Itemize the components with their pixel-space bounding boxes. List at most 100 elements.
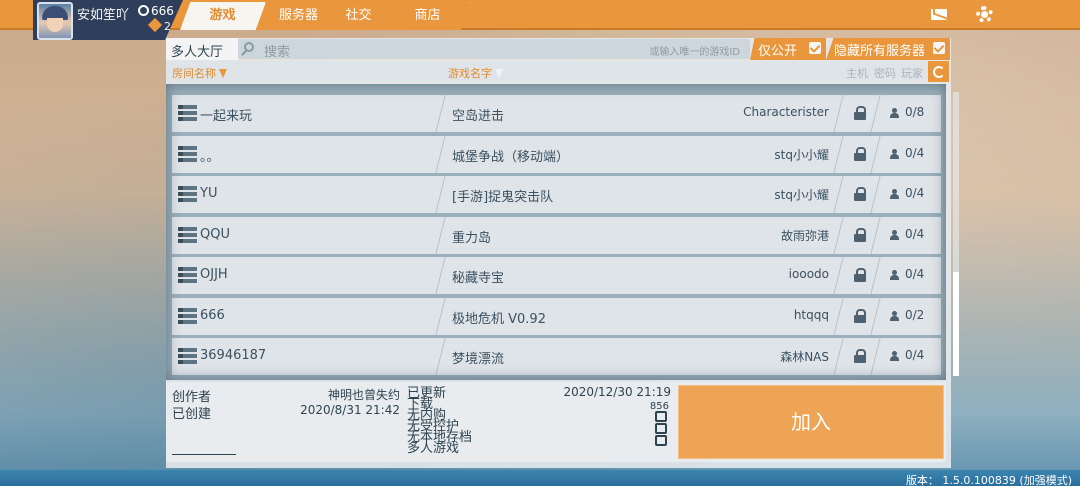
search-hint: 或输入唯一的游戏ID — [649, 47, 740, 58]
host-name: stq小小耀 — [774, 147, 829, 162]
unlock-icon — [854, 146, 866, 161]
game-name: 重力岛 — [452, 230, 492, 246]
room-name: YU — [200, 186, 218, 201]
no-purchase-icon — [655, 411, 667, 422]
divider — [172, 454, 236, 455]
public-only-toggle[interactable]: 仅公开 — [750, 38, 826, 60]
host-name: htqqq — [793, 307, 829, 322]
server-icon — [178, 267, 197, 284]
room-row[interactable]: QQU 重力岛 故雨弥港 0/4 — [172, 216, 941, 254]
game-name: 城堡争战（移动端） — [452, 149, 570, 165]
host-name: Characterister — [743, 105, 829, 119]
join-button[interactable]: 加入 — [678, 385, 944, 459]
room-name: 。。 — [200, 149, 220, 165]
game-name: 极地危机 V0.92 — [452, 311, 546, 327]
game-name: [手游]捉鬼突击队 — [452, 190, 554, 205]
server-icon — [178, 348, 197, 365]
column-players[interactable]: 玩家 — [901, 65, 923, 81]
room-name: 36946187 — [200, 348, 267, 363]
divider — [870, 338, 888, 375]
room-row[interactable]: 。。 城堡争战（移动端） stq小小耀 0/4 — [172, 135, 941, 173]
hide-all-servers-toggle[interactable]: 隐藏所有服务器 — [826, 38, 950, 60]
column-host[interactable]: 主机 — [846, 65, 868, 81]
sort-icon — [495, 69, 503, 78]
player-count: 0/2 — [905, 307, 925, 322]
protection-icon — [655, 423, 667, 434]
public-only-label: 仅公开 — [758, 44, 798, 59]
divider — [833, 135, 851, 173]
host-name: stq小小耀 — [774, 188, 829, 202]
divider — [833, 216, 851, 254]
room-row[interactable]: 666 极地危机 V0.92 htqqq 0/2 — [172, 297, 941, 335]
person-icon — [890, 351, 899, 361]
lobby-title: 多人大厅 — [166, 38, 238, 60]
divider — [870, 95, 888, 132]
refresh-button[interactable] — [928, 61, 949, 82]
column-room[interactable]: 房间名称 — [172, 65, 227, 81]
mail-icon — [931, 9, 947, 20]
divider — [870, 176, 888, 213]
column-game[interactable]: 游戏名字 — [448, 65, 503, 81]
divider — [870, 216, 888, 254]
room-row[interactable]: OJJH 秘藏寺宝 iooodo 0/4 — [172, 257, 941, 294]
updated-date: 2020/12/30 21:19 — [563, 385, 671, 399]
search-icon — [244, 42, 254, 52]
room-row[interactable]: 一起来玩 空岛进击 Characterister 0/8 — [172, 95, 941, 132]
server-icon — [178, 145, 197, 163]
checkmark-icon — [809, 42, 821, 54]
room-name: OJJH — [200, 267, 228, 282]
feature-icons — [655, 411, 669, 447]
divider — [833, 257, 851, 294]
checkmark-icon — [933, 42, 945, 54]
divider — [833, 95, 851, 132]
coin-icon — [138, 5, 149, 16]
player-count: 0/4 — [905, 348, 925, 362]
person-icon — [890, 229, 899, 240]
room-list[interactable]: 一起来玩 空岛进击 Characterister 0/8 。。 城堡争战（移动端） stq小… — [166, 84, 946, 380]
unlock-icon — [854, 227, 866, 242]
gear-icon — [976, 6, 993, 23]
sort-icon — [219, 69, 227, 78]
room-row[interactable]: 36946187 梦境漂流 森林NAS 0/4 — [172, 338, 941, 375]
player-name: 安如笙吖 — [77, 8, 130, 23]
column-password[interactable]: 密码 — [874, 65, 896, 81]
creator-info: 创作者 神明也曾失约 已创建 2020/8/31 21:42 — [170, 384, 402, 460]
player-count: 0/4 — [905, 226, 925, 241]
player-count: 0/4 — [905, 145, 925, 160]
host-name: 森林NAS — [780, 350, 829, 364]
avatar[interactable] — [37, 2, 73, 40]
player-count: 0/8 — [905, 105, 925, 119]
game-name: 空岛进击 — [452, 109, 505, 124]
person-icon — [890, 108, 899, 118]
tab-shop[interactable]: 商店 — [385, 2, 471, 30]
person-icon — [890, 310, 899, 321]
divider — [870, 135, 888, 173]
room-name: 666 — [200, 307, 225, 323]
room-row[interactable]: YU [手游]捉鬼突击队 stq小小耀 0/4 — [172, 176, 941, 213]
game-info: 已更新 下载 无内购 无受控护 无本地存档 多人游戏 2020/12/30 21… — [405, 384, 673, 460]
server-icon — [178, 186, 197, 203]
server-icon — [178, 307, 197, 325]
divider — [870, 257, 888, 294]
player-count: 0/4 — [905, 186, 925, 200]
unlock-icon — [854, 308, 866, 323]
coin-balance: 666 — [138, 4, 174, 18]
person-icon — [890, 189, 899, 199]
host-name: iooodo — [788, 267, 829, 281]
unlock-icon — [854, 349, 866, 363]
player-level: 2 — [147, 17, 171, 33]
tab-game[interactable]: 游戏 — [180, 2, 266, 30]
settings-button[interactable] — [962, 0, 1008, 28]
scrollbar-thumb[interactable] — [953, 272, 959, 376]
search-input[interactable]: 搜索 或输入唯一的游戏ID — [238, 39, 750, 60]
level-icon — [147, 17, 163, 33]
created-date: 2020/8/31 21:42 — [300, 403, 400, 417]
creator-name: 神明也曾失约 — [327, 388, 400, 402]
game-name: 梦境漂流 — [452, 352, 505, 367]
room-name: 一起来玩 — [200, 109, 253, 124]
list-header: 房间名称 游戏名字 主机 密码 玩家 — [166, 61, 928, 82]
hide-all-servers-label: 隐藏所有服务器 — [834, 44, 926, 59]
no-save-icon — [655, 435, 667, 446]
game-name: 秘藏寺宝 — [452, 271, 505, 286]
mail-button[interactable] — [916, 0, 962, 28]
